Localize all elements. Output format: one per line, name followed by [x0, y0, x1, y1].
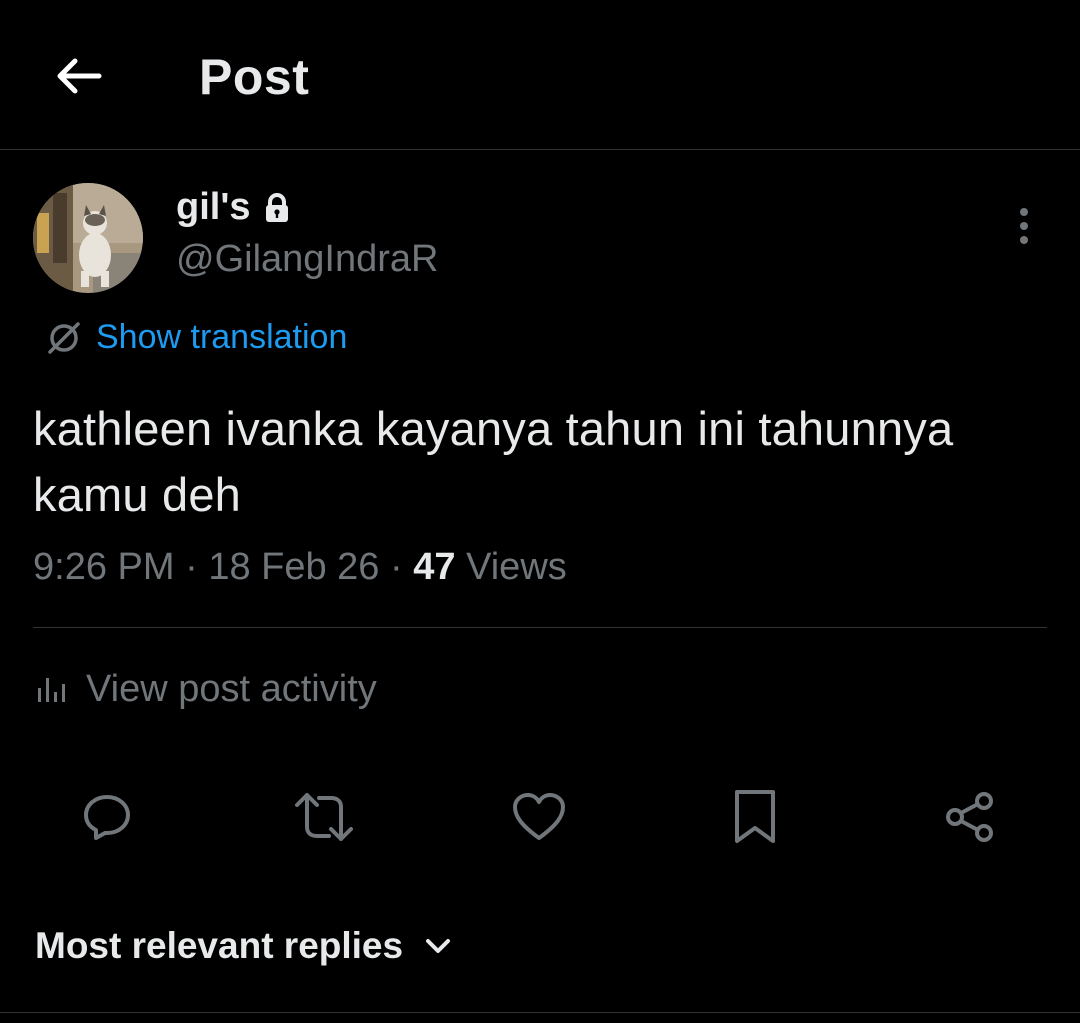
more-vertical-icon [1020, 208, 1028, 244]
like-button[interactable] [507, 785, 571, 849]
share-icon [946, 792, 993, 842]
views-label: Views [466, 546, 567, 588]
arrow-left-icon [57, 58, 102, 94]
reply-icon [84, 795, 130, 840]
page-title: Post [199, 49, 310, 105]
bar-chart-icon [38, 677, 65, 702]
replies-sort-dropdown[interactable]: Most relevant replies [35, 925, 451, 967]
post-time: 9:26 PM [33, 546, 175, 588]
repost-button[interactable] [292, 785, 356, 849]
avatar-image [33, 183, 143, 293]
bookmark-icon [735, 790, 775, 843]
avatar[interactable] [33, 183, 143, 293]
bookmark-button[interactable] [723, 785, 787, 849]
show-translation-link[interactable]: Show translation [46, 318, 347, 357]
lock-icon [265, 192, 288, 222]
reply-button[interactable] [75, 785, 139, 849]
divider [33, 627, 1047, 628]
display-name: gil's [176, 186, 251, 228]
views-count: 47 [413, 546, 456, 588]
more-options-button[interactable] [1004, 204, 1044, 248]
show-translation-label: Show translation [96, 318, 348, 356]
back-button[interactable] [48, 46, 108, 106]
action-bar [0, 785, 1080, 849]
post-text: kathleen ivanka kayanya tahun ini tahunn… [33, 402, 954, 521]
meta-separator: · [390, 546, 403, 588]
post-meta: 9:26 PM · 18 Feb 26 · 47 Views [33, 546, 567, 589]
share-button[interactable] [938, 785, 1002, 849]
heart-icon [513, 793, 565, 840]
post-date: 18 Feb 26 [208, 546, 380, 588]
top-bar: Post [0, 0, 1080, 150]
replies-sort-label: Most relevant replies [35, 925, 404, 966]
divider [0, 1012, 1080, 1013]
chevron-down-icon [426, 939, 451, 953]
view-post-activity-link[interactable]: View post activity [36, 668, 377, 711]
author-handle[interactable]: @GilangIndraR [176, 238, 438, 281]
author-name-row[interactable]: gil's [176, 186, 291, 229]
view-post-activity-label: View post activity [86, 668, 377, 710]
globe-icon [48, 321, 80, 354]
repost-icon [295, 793, 353, 841]
meta-separator: · [185, 546, 198, 588]
